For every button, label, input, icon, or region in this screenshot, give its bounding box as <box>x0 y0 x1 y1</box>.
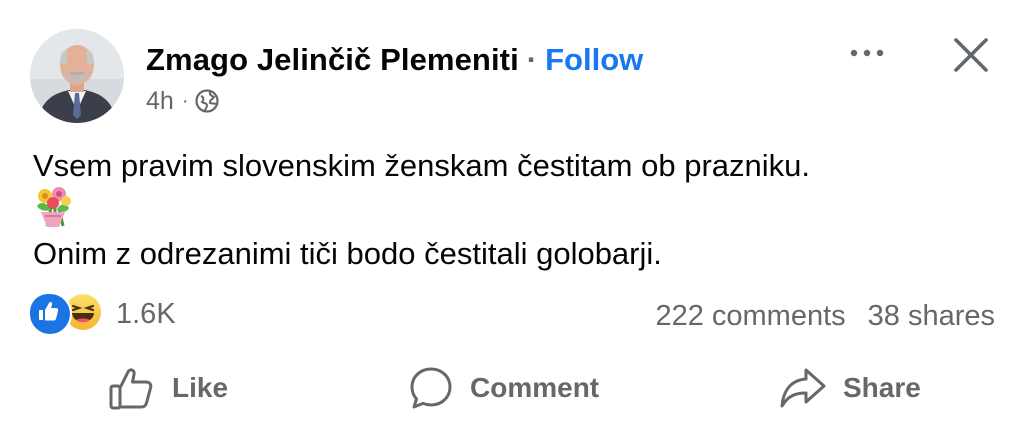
author-avatar[interactable] <box>30 29 124 123</box>
post-header: Zmago Jelinčič Plemeniti · Follow <box>146 40 643 80</box>
comments-count[interactable]: 222 comments <box>655 300 845 333</box>
like-label: Like <box>172 372 229 403</box>
comment-label: Comment <box>470 372 600 403</box>
more-options-icon[interactable] <box>846 41 890 65</box>
header-separator: · <box>526 42 538 77</box>
post-text-line-1: Vsem pravim slovenskim ženskam čestitam … <box>33 148 810 183</box>
follow-button[interactable]: Follow <box>545 42 643 78</box>
post-body: Vsem pravim slovenskim ženskam čestitam … <box>33 146 993 271</box>
post-stats: 222 comments 38 shares <box>655 296 995 336</box>
like-button[interactable]: Like <box>108 358 228 418</box>
share-arrow-icon <box>779 365 827 411</box>
comment-bubble-icon <box>408 365 454 411</box>
comment-button[interactable]: Comment <box>408 358 599 418</box>
meta-separator: · <box>181 89 189 112</box>
post-meta: 4h · <box>146 86 220 116</box>
bouquet-emoji-icon <box>31 186 75 228</box>
share-label: Share <box>843 372 921 403</box>
post-text-line-2: Onim z odrezanimi tiči bodo čestitali go… <box>33 236 662 271</box>
close-icon[interactable] <box>953 37 989 73</box>
globe-icon <box>195 89 220 113</box>
share-button[interactable]: Share <box>779 358 921 418</box>
author-name[interactable]: Zmago Jelinčič Plemeniti <box>146 42 519 78</box>
reaction-count[interactable]: 1.6K <box>116 298 176 331</box>
like-reaction-icon <box>28 292 72 336</box>
shares-count[interactable]: 38 shares <box>868 300 995 333</box>
post-action-bar: Like Comment Share <box>0 358 1024 418</box>
reactions-summary[interactable]: 1.6K <box>28 292 176 336</box>
post-timestamp[interactable]: 4h <box>146 87 174 116</box>
thumbs-up-icon <box>108 364 156 412</box>
